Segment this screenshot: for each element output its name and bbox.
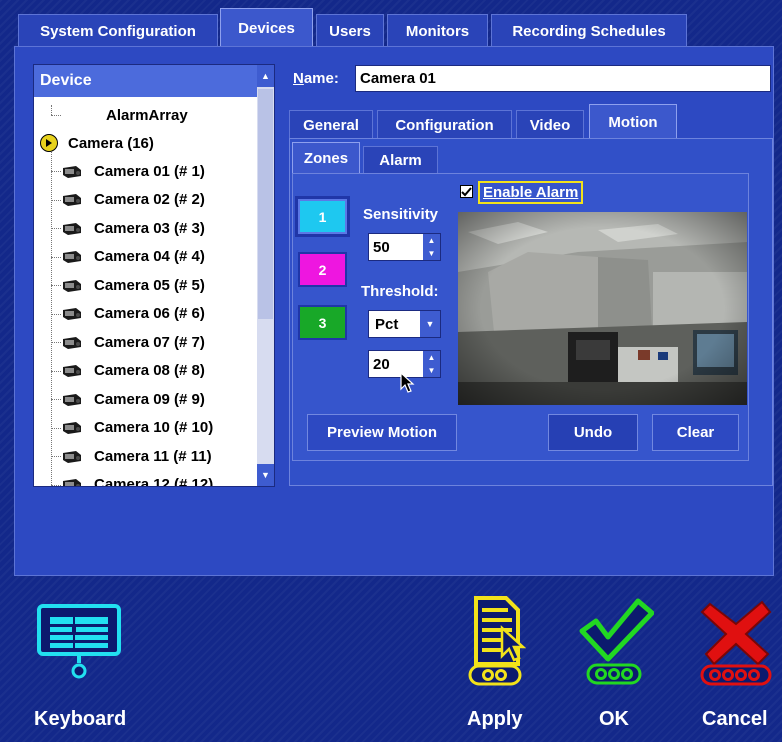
tree-item-label: Camera 03 (# 3): [94, 219, 205, 237]
cancel-label[interactable]: Cancel: [702, 708, 768, 731]
cancel-x-icon[interactable]: [700, 594, 774, 686]
camera-icon: [63, 422, 81, 434]
tree-item-camera[interactable]: Camera 08 (# 8): [51, 359, 274, 383]
tab-configuration[interactable]: Configuration: [377, 110, 512, 140]
keyboard-label[interactable]: Keyboard: [34, 708, 126, 731]
device-tree[interactable]: Device ▲ ▼ AlarmArray Camera (16) Camera…: [33, 64, 275, 487]
ok-label[interactable]: OK: [599, 708, 629, 731]
tab-motion[interactable]: Motion: [589, 104, 677, 140]
expand-arrow-icon[interactable]: [40, 134, 58, 152]
threshold-mode-value: Pct: [375, 315, 399, 333]
device-column-header[interactable]: Device: [34, 65, 258, 97]
undo-label: Undo: [573, 424, 613, 441]
tree-item-camera[interactable]: Camera 07 (# 7): [51, 330, 274, 354]
tree-item-camera-group[interactable]: Camera (16): [40, 131, 264, 155]
zone-2-button[interactable]: 2: [298, 252, 347, 287]
tree-item-label: Camera 11 (# 11): [94, 447, 212, 465]
sensitivity-value: 50: [373, 238, 390, 256]
tree-item-label: AlarmArray: [106, 106, 188, 124]
tree-item-camera[interactable]: Camera 01 (# 1): [51, 159, 274, 183]
tree-item-camera[interactable]: Camera 09 (# 9): [51, 387, 274, 411]
camera-icon: [63, 251, 81, 263]
spin-arrows-icon[interactable]: ▲ ▼: [423, 234, 440, 260]
tree-item-label: Camera 01 (# 1): [94, 162, 205, 180]
preview-motion-label: Preview Motion: [326, 424, 438, 441]
tree-item-label: Camera 12 (# 12): [94, 476, 214, 487]
threshold-label: Threshold:: [361, 283, 439, 300]
enable-alarm-checkbox[interactable]: [460, 185, 473, 198]
tab-users[interactable]: Users: [316, 14, 384, 47]
tab-system-configuration[interactable]: System Configuration: [18, 14, 218, 47]
clear-label: Clear: [676, 424, 715, 441]
tree-item-label: Camera 09 (# 9): [94, 390, 205, 408]
spin-arrows-icon[interactable]: ▲ ▼: [423, 351, 440, 377]
tree-item-camera[interactable]: Camera 12 (# 12): [51, 473, 274, 487]
zone-3-label: 3: [318, 314, 327, 331]
tab-zones[interactable]: Zones: [292, 142, 360, 174]
clear-button[interactable]: Clear: [652, 414, 739, 451]
camera-icon: [63, 336, 81, 349]
camera-preview-image[interactable]: [458, 212, 747, 405]
tree-item-camera[interactable]: Camera 04 (# 4): [51, 245, 274, 269]
camera-icon: [63, 393, 81, 406]
tree-item-label: Camera 10 (# 10): [94, 419, 214, 436]
zone-1-label: 1: [318, 208, 327, 225]
threshold-value: 20: [373, 355, 390, 373]
camera-icon: [63, 279, 81, 292]
device-header-label: Device: [40, 72, 92, 89]
apply-icon[interactable]: [468, 594, 526, 686]
tree-item-alarmarray[interactable]: AlarmArray: [106, 103, 274, 127]
tree-item-label: Camera 04 (# 4): [94, 248, 205, 265]
tab-general[interactable]: General: [289, 110, 373, 140]
camera-icon: [63, 308, 81, 320]
tree-item-camera[interactable]: Camera 10 (# 10): [51, 416, 274, 440]
checkmark-icon: [461, 187, 472, 197]
tree-item-label: Camera (16): [68, 134, 154, 152]
preview-motion-button[interactable]: Preview Motion: [307, 414, 457, 451]
undo-button[interactable]: Undo: [548, 414, 638, 451]
tab-devices[interactable]: Devices: [220, 8, 313, 47]
tab-alarm[interactable]: Alarm: [363, 146, 438, 174]
keyboard-icon[interactable]: [36, 603, 124, 683]
camera-icon: [63, 194, 81, 206]
tab-recording-schedules[interactable]: Recording Schedules: [491, 14, 687, 47]
camera-icon: [63, 479, 81, 486]
zone-1-button[interactable]: 1: [298, 199, 347, 234]
scroll-up-arrow-icon[interactable]: ▲: [257, 65, 274, 87]
mouse-cursor-icon: [400, 372, 415, 393]
sensitivity-label: Sensitivity: [363, 206, 439, 223]
tab-video[interactable]: Video: [516, 110, 584, 140]
tree-item-label: Camera 06 (# 6): [94, 305, 205, 322]
ok-checkmark-icon[interactable]: [578, 597, 654, 687]
threshold-mode-select[interactable]: Pct ▼: [368, 310, 441, 338]
enable-alarm-label[interactable]: Enable Alarm: [478, 181, 584, 204]
apply-label[interactable]: Apply: [467, 708, 523, 731]
tree-item-label: Camera 07 (# 7): [94, 333, 205, 351]
chevron-down-icon[interactable]: ▼: [420, 311, 440, 337]
tree-item-camera[interactable]: Camera 06 (# 6): [51, 302, 274, 326]
tree-item-label: Camera 02 (# 2): [94, 191, 205, 208]
camera-icon: [63, 165, 81, 178]
camera-icon: [63, 450, 81, 463]
camera-icon: [63, 365, 81, 377]
name-field[interactable]: [355, 65, 771, 92]
zone-3-button[interactable]: 3: [298, 305, 347, 340]
tree-item-camera[interactable]: Camera 05 (# 5): [51, 273, 274, 297]
name-label: Name:: [293, 70, 339, 87]
sensitivity-stepper[interactable]: 50 ▲ ▼: [368, 233, 441, 261]
tree-item-label: Camera 05 (# 5): [94, 276, 205, 294]
tree-item-camera[interactable]: Camera 11 (# 11): [51, 444, 274, 468]
tab-monitors[interactable]: Monitors: [387, 14, 488, 47]
office-scene-image: [458, 212, 747, 405]
tree-item-camera[interactable]: Camera 03 (# 3): [51, 216, 274, 240]
zone-2-label: 2: [318, 261, 327, 278]
enable-alarm-text: Enable Alarm: [483, 184, 579, 201]
tree-item-label: Camera 08 (# 8): [94, 362, 205, 379]
tree-item-camera[interactable]: Camera 02 (# 2): [51, 188, 274, 212]
camera-icon: [63, 222, 81, 235]
